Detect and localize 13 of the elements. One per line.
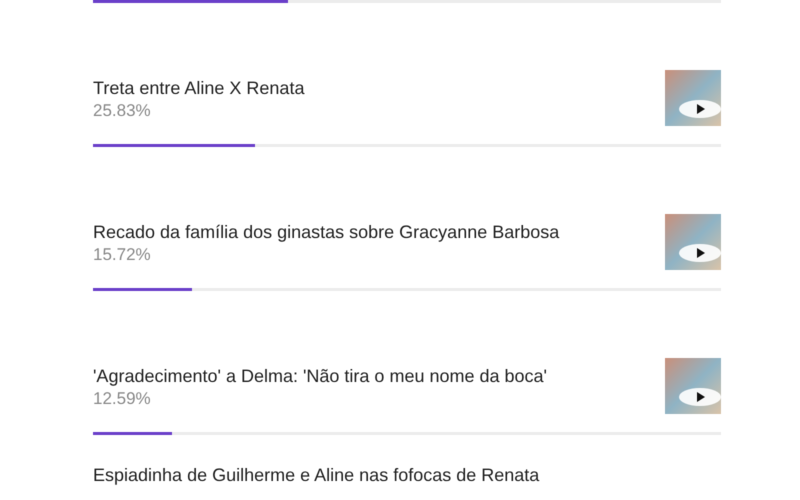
poll-option-title: 'Agradecimento' a Delma: 'Não tira o meu nome da boca' (93, 365, 547, 388)
play-icon (679, 100, 721, 118)
video-thumbnail[interactable] (665, 70, 721, 126)
play-icon (679, 388, 721, 406)
video-thumbnail[interactable] (665, 214, 721, 270)
poll-option-title: Treta entre Aline X Renata (93, 77, 304, 100)
video-thumbnail[interactable] (665, 358, 721, 414)
poll-option-title: Recado da família dos ginastas sobre Gracyanne Barbosa (93, 221, 560, 244)
poll-option-title: Espiadinha de Guilherme e Aline nas fofocas de Renata (93, 464, 540, 487)
vote-percentage: 15.72% (93, 244, 151, 266)
play-icon (679, 244, 721, 262)
vote-percentage: 25.83% (93, 100, 151, 122)
vote-percentage: 12.59% (93, 388, 151, 410)
